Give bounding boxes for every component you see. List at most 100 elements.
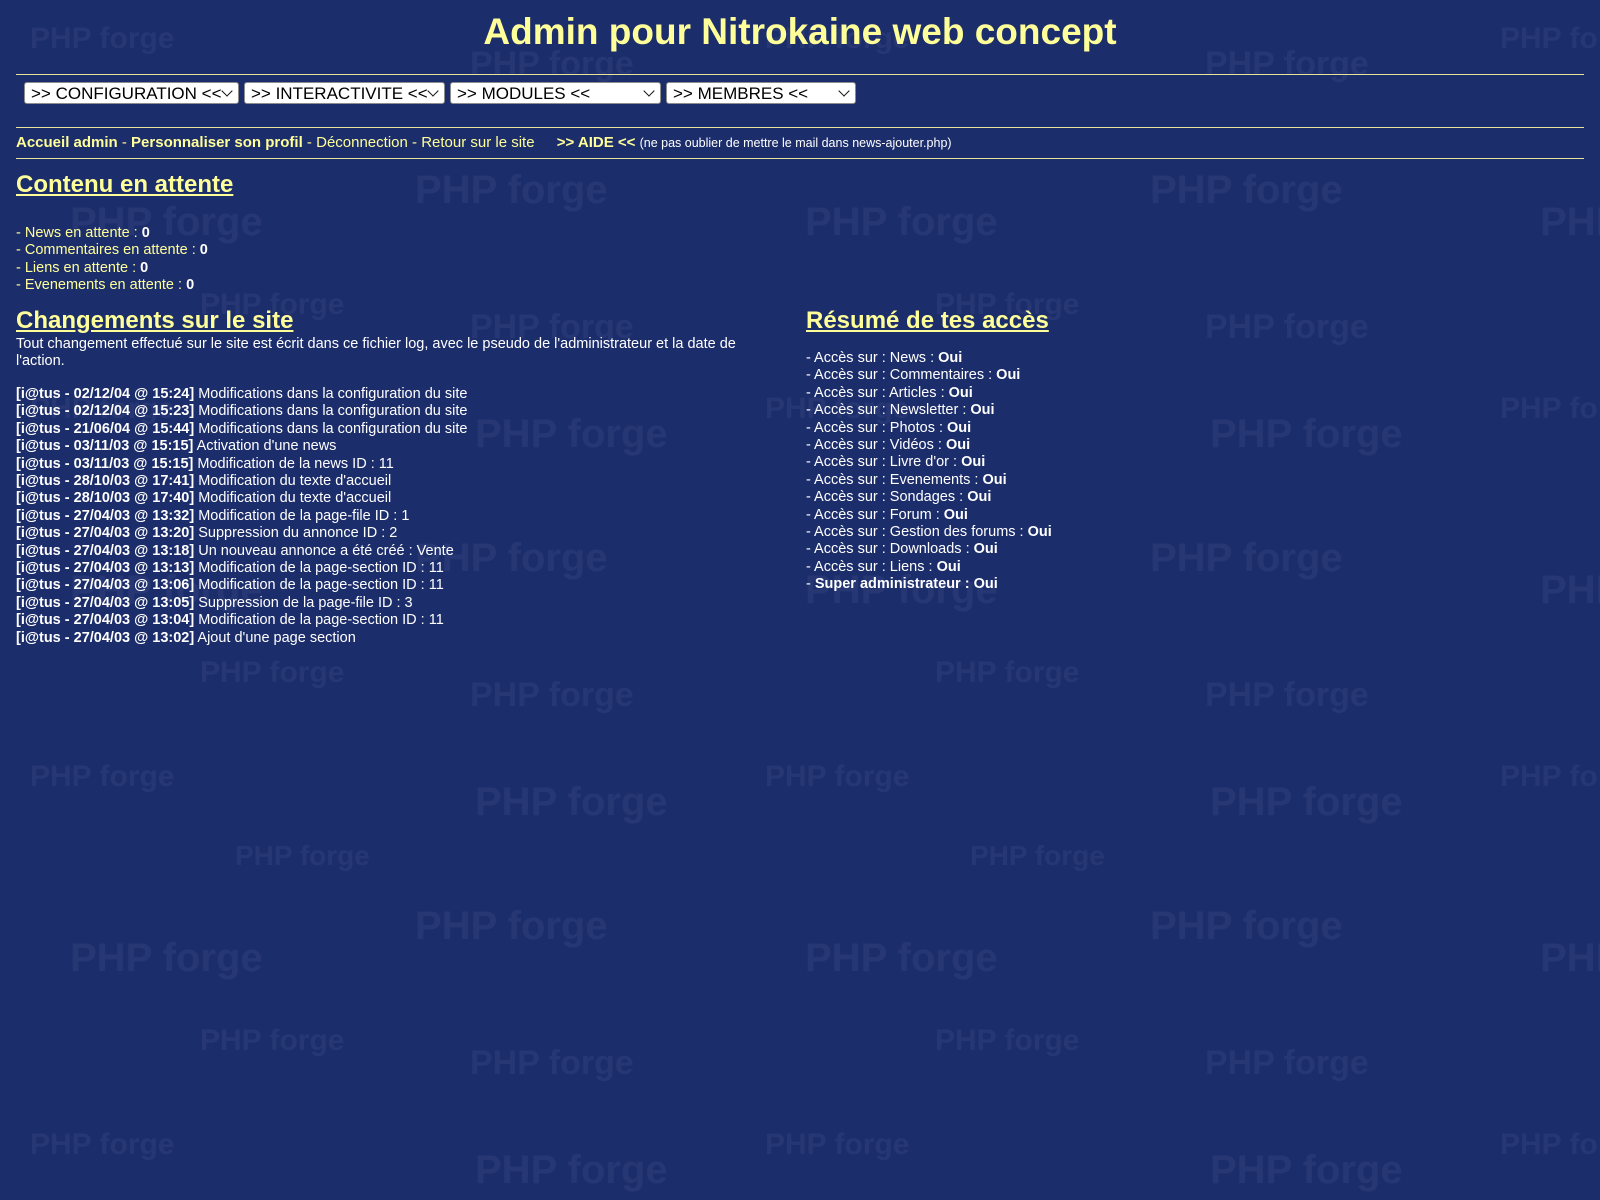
log-entry-stamp: [i@tus - 27/04/03 @ 13:20] [16, 525, 195, 542]
access-item-label: - Accès sur : Gestion des forums : [806, 524, 1028, 541]
accueil-admin-link[interactable]: Accueil admin [16, 134, 118, 151]
access-item-label: - Accès sur : Evenements : [806, 471, 983, 488]
access-item-value: Oui [1027, 524, 1052, 541]
access-item: - Accès sur : Articles : Oui [806, 385, 1052, 402]
log-entry-stamp: [i@tus - 27/04/03 @ 13:06] [16, 577, 195, 594]
log-entry-text: Modifications dans la configuration du s… [194, 420, 468, 437]
access-item-value: Oui [943, 506, 968, 523]
access-item-value: Oui [938, 350, 963, 366]
php-forge-watermark: PHP forge [30, 1128, 175, 1161]
php-forge-watermark: PHP forge [475, 780, 668, 824]
pending-item-count: 0 [141, 225, 150, 241]
pending-content-title: Contenu en attente [16, 171, 234, 198]
top-divider [16, 74, 1584, 75]
log-entry-text: Suppression de la page-file ID : 3 [194, 594, 413, 611]
deconnection-link[interactable]: Déconnection [316, 134, 408, 151]
super-admin-value: Oui [973, 576, 998, 593]
access-item-label: - Accès sur : Sondages : [806, 489, 968, 506]
log-entry-text: Ajout d'une page section [194, 629, 356, 646]
chevron-down-icon [838, 85, 850, 97]
log-entry: [i@tus - 27/04/03 @ 13:18] Un nouveau an… [16, 543, 467, 560]
log-entry-stamp: [i@tus - 28/10/03 @ 17:40] [16, 490, 195, 507]
php-forge-watermark: PHP forge [1500, 1128, 1600, 1161]
configuration-select[interactable]: >> CONFIGURATION << [24, 82, 239, 104]
access-item-label: - Accès sur : News : [806, 350, 939, 366]
modules-select[interactable]: >> MODULES << [450, 82, 661, 104]
access-item: - Accès sur : Commentaires : Oui [806, 367, 1052, 384]
site-changes-description: Tout changement effectué sur le site est… [16, 336, 736, 370]
php-forge-watermark: PHP forge [1540, 200, 1600, 244]
log-entry-text: Suppression du annonce ID : 2 [194, 525, 398, 542]
access-item-value: Oui [936, 558, 961, 575]
php-forge-watermark: PHP forge [200, 1024, 345, 1057]
pending-item: - Evenements en attente : 0 [16, 277, 208, 294]
log-entry-stamp: [i@tus - 02/12/04 @ 15:23] [16, 403, 195, 420]
access-item: - Accès sur : Liens : Oui [806, 559, 1052, 576]
pending-item: - Commentaires en attente : 0 [16, 242, 208, 259]
pending-item-label: - News en attente : [16, 225, 142, 241]
log-entry-text: Modification du texte d'accueil [194, 473, 392, 490]
pending-list: - News en attente : 0- Commentaires en a… [16, 225, 208, 295]
retour-site-link[interactable]: Retour sur le site [421, 134, 534, 151]
access-item-label: - Accès sur : Liens : [806, 558, 937, 575]
php-forge-watermark: PHP forge [1205, 676, 1369, 714]
php-forge-watermark: PHP forge [1150, 536, 1343, 580]
php-forge-watermark: PHP forge [200, 656, 345, 689]
php-forge-watermark: PHP forge [1210, 780, 1403, 824]
php-forge-watermark: PHP forge [765, 760, 910, 793]
php-forge-watermark: PHP forge [415, 168, 608, 212]
log-entry: [i@tus - 27/04/03 @ 13:02] Ajout d'une p… [16, 630, 467, 647]
pending-item-count: 0 [199, 242, 208, 259]
php-forge-watermark: PHP forge [805, 936, 998, 980]
log-entry: [i@tus - 21/06/04 @ 15:44] Modifications… [16, 421, 467, 438]
php-forge-watermark: PHP forge [475, 412, 668, 456]
log-entry-stamp: [i@tus - 03/11/03 @ 15:15] [16, 455, 194, 472]
super-admin-prefix: - [806, 576, 815, 593]
membres-select[interactable]: >> MEMBRES << [666, 82, 856, 104]
access-item: - Accès sur : Evenements : Oui [806, 472, 1052, 489]
pending-item: - News en attente : 0 [16, 225, 208, 242]
access-item: - Accès sur : Vidéos : Oui [806, 437, 1052, 454]
log-entry: [i@tus - 27/04/03 @ 13:32] Modification … [16, 508, 467, 525]
log-entry-stamp: [i@tus - 27/04/03 @ 13:13] [16, 560, 195, 577]
access-item: - Accès sur : Forum : Oui [806, 507, 1052, 524]
php-forge-watermark: PHP forge [1540, 568, 1600, 612]
access-item-value: Oui [996, 367, 1021, 384]
access-item: - Accès sur : Newsletter : Oui [806, 402, 1052, 419]
admin-nav-bar: Accueil admin - Personnaliser son profil… [16, 134, 952, 151]
access-item-label: - Accès sur : Articles : [806, 384, 949, 401]
php-forge-watermark: PHP forge [765, 1128, 910, 1161]
pending-item-count: 0 [186, 277, 195, 294]
aide-link[interactable]: >> AIDE << [557, 134, 636, 151]
php-forge-watermark: PHP forge [1540, 936, 1600, 980]
log-entry-stamp: [i@tus - 27/04/03 @ 13:02] [16, 629, 195, 646]
access-summary-title: Résumé de tes accès [806, 307, 1049, 334]
php-forge-watermark: PHP forge [415, 904, 608, 948]
php-forge-watermark: PHP forge [935, 656, 1080, 689]
log-entry-text: Modification de la page-section ID : 11 [194, 612, 444, 629]
log-entry: [i@tus - 27/04/03 @ 13:20] Suppression d… [16, 525, 467, 542]
log-entry-stamp: [i@tus - 03/11/03 @ 15:15] [16, 438, 194, 455]
access-item-value: Oui [982, 471, 1007, 488]
log-entry-stamp: [i@tus - 27/04/03 @ 13:05] [16, 594, 195, 611]
access-item-value: Oui [973, 541, 998, 558]
aide-note: (ne pas oublier de mettre le mail dans n… [639, 136, 952, 150]
personnaliser-profil-link[interactable]: Personnaliser son profil [131, 134, 303, 151]
php-forge-watermark: PHP forge [1500, 760, 1600, 793]
interactivite-select[interactable]: >> INTERACTIVITE << [244, 82, 445, 104]
php-forge-watermark: PHP forge [935, 1024, 1080, 1057]
access-item-value: Oui [948, 384, 973, 401]
log-entry: [i@tus - 27/04/03 @ 13:06] Modification … [16, 577, 467, 594]
log-entry-text: Modification de la page-section ID : 11 [194, 560, 444, 577]
modules-select-value: >> MODULES << [457, 84, 591, 103]
nav-divider-top [16, 127, 1584, 128]
chevron-down-icon [221, 85, 233, 97]
log-entry-text: Modification de la page-section ID : 11 [194, 577, 444, 594]
php-forge-watermark: PHP forge [470, 1044, 634, 1082]
log-entry: [i@tus - 03/11/03 @ 15:15] Activation d'… [16, 438, 467, 455]
log-entry-text: Modifications dans la configuration du s… [194, 403, 468, 420]
log-entry-text: Activation d'une news [193, 438, 337, 455]
log-entry: [i@tus - 27/04/03 @ 13:13] Modification … [16, 560, 467, 577]
log-entry-text: Modification de la news ID : 11 [193, 455, 394, 472]
php-forge-watermark: PHP forge [475, 1148, 668, 1192]
